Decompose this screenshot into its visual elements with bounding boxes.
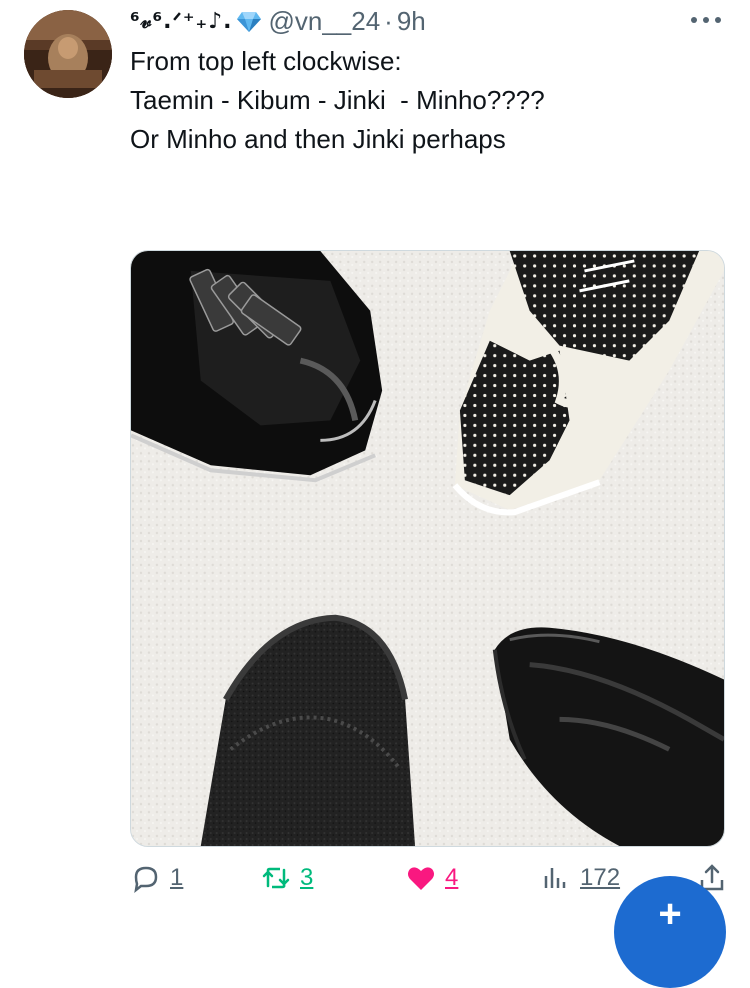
tweet-text-line: Taemin - Kibum - Jinki - Minho????: [130, 85, 545, 115]
views-button[interactable]: 172: [540, 862, 620, 894]
retweet-button[interactable]: 3: [260, 862, 313, 894]
avatar[interactable]: [24, 10, 112, 98]
display-name[interactable]: ⁶𝓋⁶.ᐟ⁺₊♪.: [130, 9, 232, 34]
tweet-text-line: From top left clockwise:: [130, 46, 402, 76]
shoe-top-left: [131, 251, 383, 483]
avatar-image: [24, 10, 112, 98]
tweet-header: ⁶𝓋⁶.ᐟ⁺₊♪. @vn__24 · 9h: [130, 4, 426, 38]
tweet-text-line: Or Minho and then Jinki perhaps: [130, 124, 506, 154]
like-count: 4: [445, 864, 459, 891]
handle[interactable]: @vn__24: [268, 6, 380, 37]
more-horizontal-icon[interactable]: [688, 10, 724, 30]
tweet-media[interactable]: [130, 250, 725, 847]
like-button[interactable]: 4: [405, 862, 458, 894]
reply-icon: [134, 866, 158, 894]
reply-count: 1: [170, 864, 184, 891]
views-bar-chart-icon: [544, 868, 566, 888]
timestamp[interactable]: 9h: [397, 6, 426, 37]
gem-icon: [236, 8, 262, 34]
heart-icon: [408, 867, 434, 890]
shoes-photo: [131, 251, 724, 846]
tweet-text: From top left clockwise: Taemin - Kibum …: [130, 42, 720, 159]
retweet-icon: [262, 867, 290, 889]
compose-button[interactable]: +: [614, 876, 726, 988]
dot-separator: ·: [384, 5, 393, 36]
reply-button[interactable]: 1: [130, 862, 183, 894]
retweet-count: 3: [300, 864, 314, 891]
plus-icon: +: [658, 892, 682, 936]
views-count: 172: [580, 864, 621, 891]
